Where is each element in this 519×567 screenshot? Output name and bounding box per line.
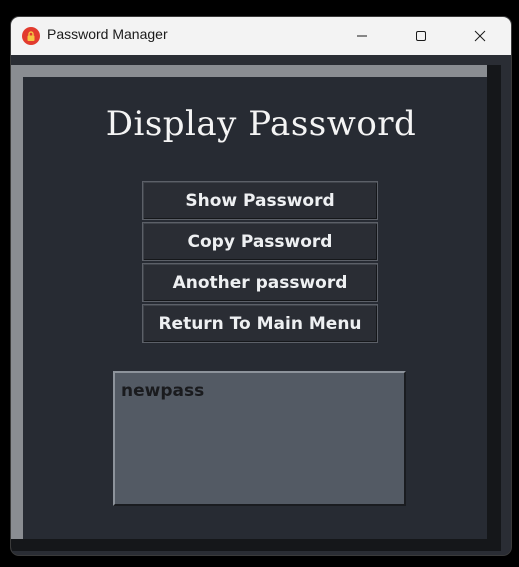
password-value: newpass	[121, 381, 205, 401]
minimize-button[interactable]	[339, 17, 385, 55]
maximize-icon	[416, 31, 426, 41]
lock-icon	[22, 27, 40, 45]
page-title: Display Password	[105, 104, 417, 144]
copy-password-button[interactable]: Copy Password	[142, 222, 378, 261]
close-icon	[474, 30, 486, 42]
frame-highlight-top	[11, 65, 501, 77]
window-title: Password Manager	[47, 26, 168, 42]
frame-shadow-bottom	[11, 539, 501, 551]
maximize-button[interactable]	[398, 17, 444, 55]
another-password-button[interactable]: Another password	[142, 263, 378, 302]
minimize-icon	[357, 35, 367, 37]
show-password-button[interactable]: Show Password	[142, 181, 378, 220]
return-to-main-menu-button[interactable]: Return To Main Menu	[142, 304, 378, 343]
password-output-box[interactable]: newpass	[113, 371, 406, 506]
title-bar[interactable]: Password Manager	[11, 17, 511, 55]
close-button[interactable]	[457, 17, 503, 55]
app-window: Password Manager Display Password Show P…	[11, 17, 511, 555]
